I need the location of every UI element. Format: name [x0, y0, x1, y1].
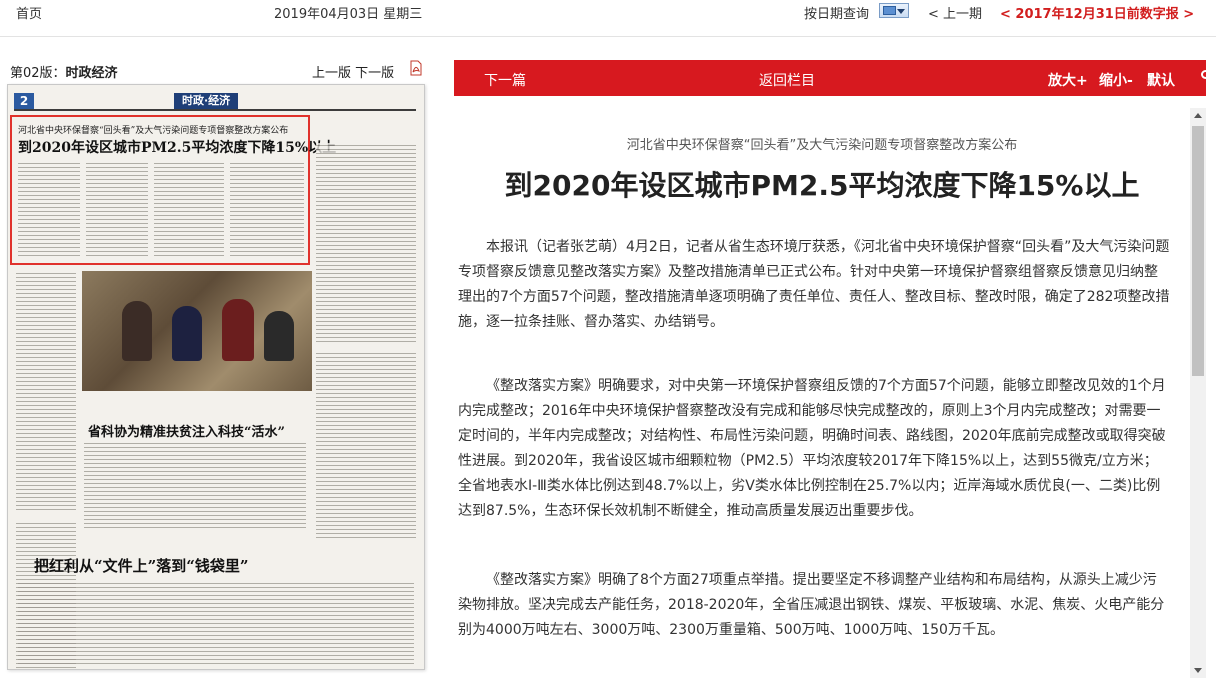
article-paragraph: 《整改落实方案》明确了8个方面27项重点举措。提出要坚定不移调整产业结构和布局结… [458, 572, 1165, 638]
page-section-label: 时政经济 [65, 66, 118, 81]
text-block [18, 581, 414, 667]
thumbnail-headline[interactable]: 省科协为精准扶贫注入科技“活水” [88, 421, 285, 440]
text-block [18, 161, 80, 257]
article-subtitle: 河北省中央环保督察“回头看”及大气污染问题专项督察整改方案公布 [626, 138, 1018, 153]
thumbnail-headline-sub: 河北省中央环保督察“回头看”及大气污染问题专项督察整改方案公布 [18, 126, 289, 136]
page-label: 第02版：时政经济 [10, 62, 118, 81]
circle-dot-icon [1201, 70, 1210, 79]
zoom-out-button[interactable]: 缩小- [1099, 70, 1133, 90]
archive-link[interactable]: < 2017年12月31日前数字报 > [1000, 3, 1194, 22]
article-toolbar: 下一篇 返回栏目 放大+ 缩小- 默认 [454, 60, 1210, 96]
home-link[interactable]: 首页 [16, 3, 42, 22]
zoom-in-button[interactable]: 放大+ [1048, 70, 1088, 90]
article-content: 河北省中央环保督察“回头看”及大气污染问题专项督察整改方案公布 到2020年设区… [454, 96, 1190, 684]
thumbnail-page-number: 2 [14, 93, 34, 109]
back-to-column-link[interactable]: 返回栏目 [759, 70, 815, 90]
article-scrollbar[interactable] [1190, 108, 1206, 678]
next-page-link[interactable]: 下一版 [355, 66, 394, 81]
news-photo[interactable] [82, 271, 312, 391]
calendar-icon [883, 6, 896, 15]
scroll-up-icon[interactable] [1194, 113, 1202, 118]
photo-person [222, 299, 254, 361]
default-size-button[interactable]: 默认 [1147, 70, 1175, 90]
pdf-icon[interactable] [409, 60, 423, 76]
prev-page-link[interactable]: 上一版 [312, 66, 351, 81]
article-title: 到2020年设区城市PM2.5平均浓度下降15%以上 [504, 169, 1140, 202]
photo-person [172, 306, 202, 361]
text-block [316, 143, 416, 343]
issue-date: 2019年04月03日 星期三 [274, 7, 423, 22]
photo-person [122, 301, 152, 361]
text-block [16, 271, 76, 511]
thumbnail-headline[interactable]: 把红利从“文件上”落到“钱袋里” [34, 555, 249, 576]
divider [0, 36, 1216, 37]
page-nav: 上一版 下一版 [312, 62, 394, 81]
text-block [86, 161, 148, 257]
thumbnail-headline-main: 到2020年设区城市PM2.5平均浓度下降15%以上 [18, 140, 337, 156]
scroll-down-icon[interactable] [1194, 668, 1202, 673]
text-block [84, 441, 306, 531]
page-number-label: 第02版： [10, 66, 66, 81]
text-block [230, 161, 304, 257]
thumbnail-masthead: 2 时政·经济 [14, 93, 416, 111]
search-by-date-label: 按日期查询 [804, 7, 870, 22]
text-block [154, 161, 224, 257]
article-paragraph: 《整改落实方案》明确要求，对中央第一环境保护督察组反馈的7个方面57个问题，能够… [458, 378, 1166, 519]
chevron-down-icon [897, 9, 905, 14]
next-article-link[interactable]: 下一篇 [484, 70, 526, 90]
article-paragraph: 本报讯（记者张艺萌）4月2日，记者从省生态环境厅获悉，《河北省中央环境保护督察“… [458, 239, 1170, 330]
newspaper-page-thumbnail[interactable]: 2 时政·经济 河北省中央环保督察“回头看”及大气污染问题专项督察整改方案公布 … [7, 84, 425, 670]
calendar-dropdown-button[interactable] [879, 3, 909, 18]
prev-issue-link[interactable]: < 上一期 [928, 3, 982, 22]
thumbnail-section-name: 时政·经济 [174, 93, 239, 109]
photo-person [264, 311, 294, 361]
scrollbar-thumb[interactable] [1192, 126, 1204, 376]
text-block [316, 351, 416, 541]
top-bar: 首页 2019年04月03日 星期三 按日期查询 < 上一期 < 2017年12… [0, 0, 1216, 24]
